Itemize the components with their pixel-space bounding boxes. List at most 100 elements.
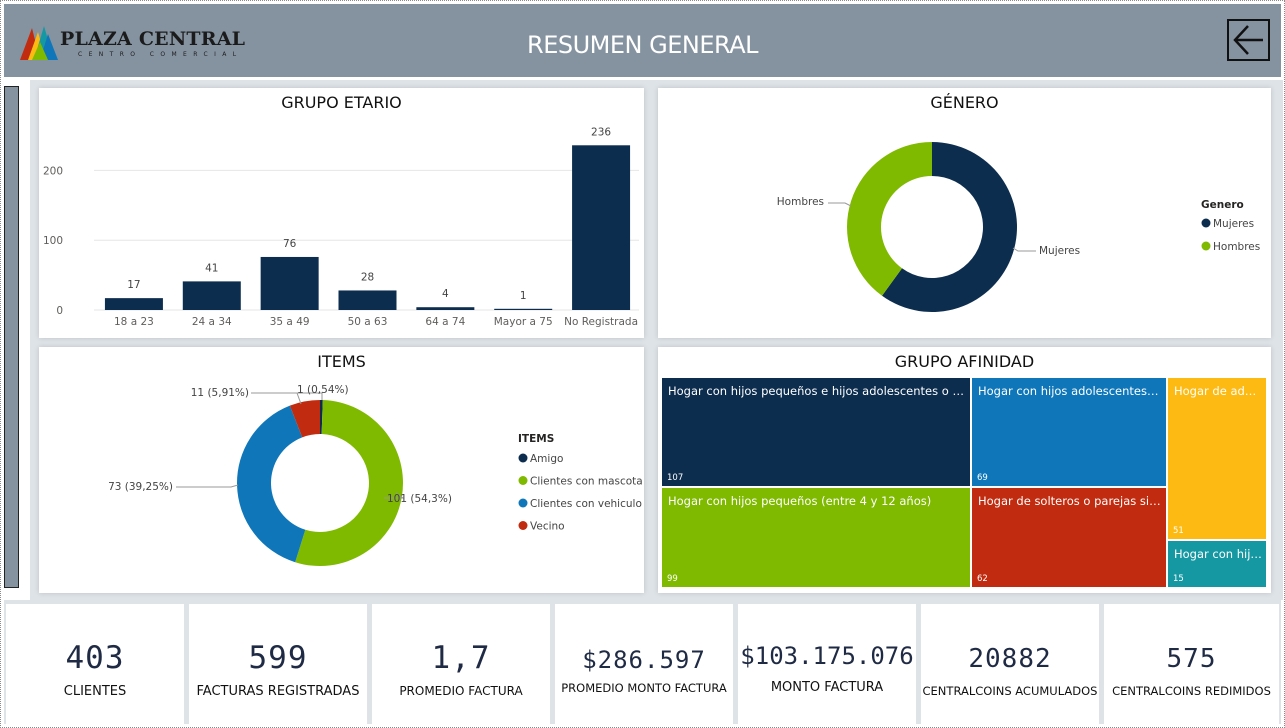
kpi-card-promedio-factura: 1,7 PROMEDIO FACTURA	[372, 604, 550, 724]
bar	[494, 308, 553, 310]
treemap-cell[interactable]: Hogar con hijos adolescentes o mayores 6…	[972, 378, 1166, 486]
bar	[338, 290, 397, 310]
grupo-afinidad-panel: GRUPO AFINIDAD Hogar con hijos pequeños …	[658, 347, 1271, 593]
treemap-cell-label: Hogar de adultos mayores	[1174, 384, 1262, 398]
legend-label: Clientes con vehiculo	[530, 498, 642, 510]
treemap-cell-value: 15	[1173, 574, 1184, 584]
treemap-cell[interactable]: Hogar de adultos mayores 51	[1168, 378, 1266, 539]
legend-label: Mujeres	[1213, 218, 1254, 230]
y-tick-label: 100	[43, 235, 63, 247]
bar	[182, 281, 241, 310]
x-tick-label: 35 a 49	[270, 316, 310, 328]
kpi-label: FACTURAS REGISTRADAS	[196, 684, 360, 699]
treemap-cell-value: 69	[977, 473, 988, 483]
bar-data-label: 1	[520, 290, 527, 302]
kpi-value: 403	[65, 640, 125, 676]
kpi-card-clientes: 403 CLIENTES	[6, 604, 184, 724]
slice-data-label: 101 (54,3%)	[387, 493, 452, 505]
bar-data-label: 41	[205, 262, 218, 274]
treemap-cell[interactable]: Hogar con hijos pequeños (entre 4 y 12 a…	[662, 488, 970, 587]
legend-label: Vecino	[530, 521, 565, 533]
vertical-scrollbar[interactable]	[4, 86, 19, 588]
y-tick-label: 200	[43, 165, 63, 177]
kpi-value: $103.175.076	[740, 642, 914, 670]
donut-slice	[847, 142, 932, 296]
kpi-label: PROMEDIO FACTURA	[399, 684, 523, 698]
genero-chart: Mujeres Hombres Genero Mujeres Hombres	[777, 142, 1260, 312]
treemap-cell[interactable]: Hogar con hijos bebés 15	[1168, 541, 1266, 587]
legend-dot	[518, 498, 528, 508]
kpi-label: CENTRALCOINS ACUMULADOS	[922, 684, 1098, 698]
y-tick-label: 0	[56, 305, 63, 317]
donut-slice	[237, 405, 306, 563]
treemap-cell-value: 99	[667, 574, 678, 584]
kpi-label: CLIENTES	[63, 684, 127, 699]
slice-data-label: 1 (0,54%)	[297, 384, 349, 396]
arrow-left-icon	[1233, 25, 1263, 55]
treemap-cell[interactable]: Hogar con hijos pequeños e hijos adolesc…	[662, 378, 970, 486]
kpi-card-centralcoins-redimidos: 575 CENTRALCOINS REDIMIDOS	[1104, 604, 1279, 724]
kpi-label: PROMEDIO MONTO FACTURA	[561, 681, 727, 695]
grupo-afinidad-title: GRUPO AFINIDAD	[894, 352, 1035, 371]
bar-data-label: 236	[591, 126, 611, 138]
bar	[104, 298, 163, 310]
genero-panel: GÉNERO Mujeres Hombres Genero Mujeres Hombre…	[658, 88, 1271, 338]
bar	[260, 256, 319, 310]
bar-data-label: 28	[361, 271, 374, 283]
kpi-label: MONTO FACTURA	[770, 680, 884, 695]
x-tick-label: 50 a 63	[348, 316, 388, 328]
x-tick-label: 64 a 74	[425, 316, 465, 328]
kpi-label: CENTRALCOINS REDIMIDOS	[1112, 684, 1271, 698]
bar	[416, 307, 475, 310]
legend-dot	[1201, 218, 1211, 228]
treemap-cell[interactable]: Hogar de solteros o parejas sin hijos 62	[972, 488, 1166, 587]
items-chart: 1 (0,54%) 101 (54,3%) 73 (39,25%) 11 (5,91%…	[108, 384, 643, 566]
bar	[572, 145, 631, 310]
items-panel: ITEMS 1 (0,54%) 101 (54,3%) 73 (39,25%) 11 …	[39, 347, 644, 593]
legend-label: Amigo	[530, 453, 563, 465]
treemap-cell-value: 107	[667, 473, 684, 483]
legend-dot	[518, 476, 528, 485]
slice-label: Hombres	[777, 196, 824, 208]
bar-data-label: 17	[127, 279, 140, 291]
kpi-value: $286.597	[582, 646, 706, 674]
back-button[interactable]	[1227, 19, 1270, 61]
bar-data-label: 4	[442, 288, 449, 300]
slice-label: Mujeres	[1039, 245, 1080, 257]
treemap-cell-value: 62	[977, 574, 988, 584]
grupo-etario-chart: 01002001718 a 234124 a 347635 a 492850 a…	[43, 126, 639, 328]
x-tick-label: 24 a 34	[192, 316, 232, 328]
leader-line	[828, 202, 852, 207]
legend-dot	[518, 521, 528, 530]
treemap-cell-value: 51	[1173, 526, 1184, 536]
slice-data-label: 73 (39,25%)	[108, 481, 173, 493]
kpi-value: 599	[248, 640, 308, 676]
x-tick-label: 18 a 23	[114, 316, 154, 328]
treemap-cell-label: Hogar de solteros o parejas sin hijos	[978, 494, 1162, 508]
slice-data-label: 11 (5,91%)	[191, 387, 249, 399]
x-tick-label: No Registrada	[564, 316, 638, 328]
page-title: RESUMEN GENERAL	[527, 31, 758, 59]
kpi-card-promedio-monto: $286.597 PROMEDIO MONTO FACTURA	[555, 604, 733, 724]
kpi-value: 575	[1166, 644, 1217, 674]
grupo-etario-panel: GRUPO ETARIO 0 100 200 17 18 a 23 41 24 a 34 76…	[39, 88, 644, 338]
treemap-cell-label: Hogar con hijos pequeños (entre 4 y 12 a…	[668, 494, 932, 508]
treemap-cell-label: Hogar con hijos adolescentes o mayores	[978, 384, 1162, 398]
leader-line	[251, 392, 302, 405]
bar-data-label: 76	[283, 238, 297, 250]
legend-label: Hombres	[1213, 241, 1260, 253]
legend-title: Genero	[1201, 199, 1244, 211]
treemap-cell-label: Hogar con hijos bebés	[1174, 547, 1262, 561]
kpi-value: 1,7	[431, 640, 491, 676]
kpi-card-centralcoins-acumulados: 20882 CENTRALCOINS ACUMULADOS	[921, 604, 1099, 724]
kpi-card-facturas: 599 FACTURAS REGISTRADAS	[189, 604, 367, 724]
legend-dot	[1201, 241, 1211, 251]
kpi-value: 20882	[968, 644, 1052, 674]
leader-line	[1012, 247, 1036, 252]
legend-label: Clientes con mascota	[530, 476, 643, 488]
leader-line	[176, 484, 239, 488]
treemap-cell-label: Hogar con hijos pequeños e hijos adolesc…	[668, 384, 966, 398]
legend-dot	[518, 453, 528, 463]
x-tick-label: Mayor a 75	[494, 316, 553, 328]
kpi-card-monto-factura: $103.175.076 MONTO FACTURA	[738, 604, 916, 724]
